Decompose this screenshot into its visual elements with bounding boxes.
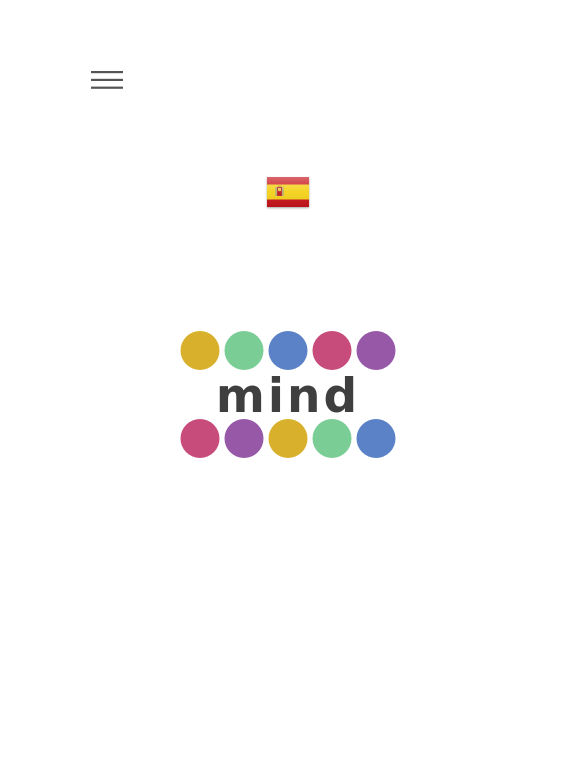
logo-top-dot-2 — [224, 331, 264, 370]
hamburger-menu-icon — [91, 71, 123, 89]
logo-text: mind — [216, 369, 360, 424]
mind-logo: mind — [174, 326, 402, 464]
logo-bottom-dot-1 — [180, 419, 220, 458]
logo-graphic: mind — [180, 331, 396, 458]
app-screen: mind — [0, 0, 576, 768]
logo-top-dot-4 — [312, 331, 352, 370]
logo-bottom-dot-3 — [268, 419, 308, 458]
logo-bottom-dot-5 — [356, 419, 396, 458]
logo-bottom-dot-4 — [312, 419, 352, 458]
logo-top-dot-1 — [180, 331, 220, 370]
language-selector-button[interactable] — [267, 177, 309, 207]
logo-bottom-dot-2 — [224, 419, 264, 458]
logo-top-dot-5 — [356, 331, 396, 370]
spain-flag-icon — [267, 177, 309, 207]
menu-button[interactable] — [88, 66, 126, 94]
logo-top-dot-3 — [268, 331, 308, 370]
